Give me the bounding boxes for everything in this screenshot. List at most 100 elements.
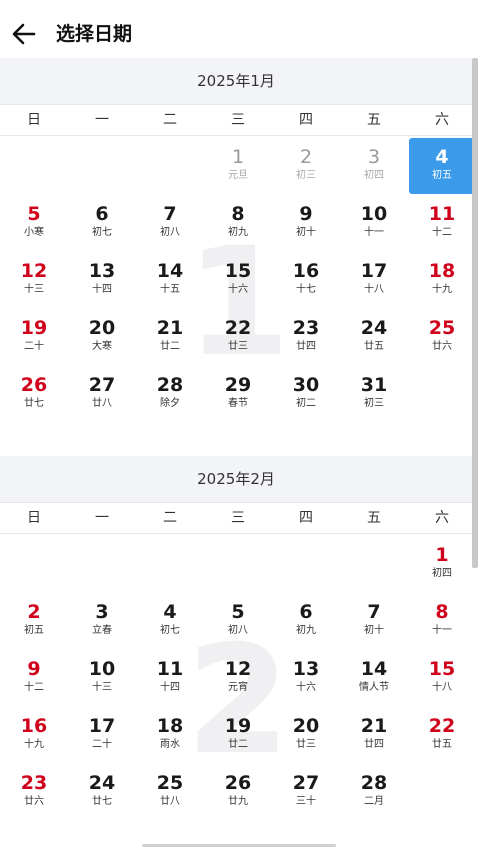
day-number: 13	[292, 658, 320, 680]
day-cell[interactable]: 22 廿五	[409, 707, 475, 763]
day-cell[interactable]: 22 廿三	[205, 309, 271, 365]
day-number: 12	[20, 260, 48, 282]
lunar-label: 初二	[296, 398, 316, 409]
day-cell[interactable]: 5 小寒	[1, 195, 67, 251]
day-cell[interactable]: 16 十九	[1, 707, 67, 763]
day-cell[interactable]: 26 廿九	[205, 764, 271, 820]
day-cell[interactable]: 28 除夕	[137, 366, 203, 422]
day-cell[interactable]: 13 十四	[69, 252, 135, 308]
day-cell[interactable]: 6 初九	[273, 593, 339, 649]
day-cell[interactable]: 19 二十	[1, 309, 67, 365]
day-cell[interactable]: 7 初八	[137, 195, 203, 251]
day-cell[interactable]: 28 二月	[341, 764, 407, 820]
lunar-label: 十四	[160, 682, 180, 693]
lunar-label: 十九	[24, 739, 44, 750]
day-number: 1	[435, 544, 449, 566]
day-number: 12	[224, 658, 252, 680]
day-number: 18	[156, 715, 184, 737]
day-cell[interactable]: 27 廿八	[69, 366, 135, 422]
lunar-label: 初九	[228, 227, 248, 238]
lunar-label: 十三	[24, 284, 44, 295]
day-number: 23	[20, 772, 48, 794]
day-cell[interactable]: 24 廿七	[69, 764, 135, 820]
day-cell[interactable]: 16 十七	[273, 252, 339, 308]
lunar-label: 十二	[432, 227, 452, 238]
day-cell[interactable]: 15 十六	[205, 252, 271, 308]
day-cell[interactable]: 3 立春	[69, 593, 135, 649]
scrollbar[interactable]	[472, 58, 478, 568]
day-cell[interactable]: 24 廿五	[341, 309, 407, 365]
day-number: 14	[360, 658, 388, 680]
day-cell[interactable]: 18 十九	[409, 252, 475, 308]
day-cell[interactable]: 14 情人节	[341, 650, 407, 706]
lunar-label: 初四	[364, 170, 384, 181]
day-cell[interactable]: 17 二十	[69, 707, 135, 763]
day-cell[interactable]: 6 初七	[69, 195, 135, 251]
day-number: 2	[27, 601, 41, 623]
day-number: 22	[428, 715, 456, 737]
day-cell[interactable]: 26 廿七	[1, 366, 67, 422]
day-cell[interactable]: 8 初九	[205, 195, 271, 251]
back-button[interactable]	[10, 20, 38, 48]
day-cell[interactable]: 9 十二	[1, 650, 67, 706]
day-cell[interactable]: 12 元宵	[205, 650, 271, 706]
day-cell[interactable]: 29 春节	[205, 366, 271, 422]
weekday-mon: 一	[95, 510, 109, 526]
day-cell[interactable]: 13 十六	[273, 650, 339, 706]
day-cell[interactable]: 25 廿八	[137, 764, 203, 820]
day-cell[interactable]: 1 初四	[409, 536, 475, 592]
day-cell: 2 初三	[273, 138, 339, 194]
day-number: 3	[95, 601, 109, 623]
day-cell[interactable]: 31 初三	[341, 366, 407, 422]
lunar-label: 小寒	[24, 227, 44, 238]
day-cell[interactable]: 7 初十	[341, 593, 407, 649]
day-number: 9	[27, 658, 41, 680]
day-number: 5	[231, 601, 245, 623]
day-cell[interactable]: 14 十五	[137, 252, 203, 308]
day-cell[interactable]: 19 廿二	[205, 707, 271, 763]
day-number: 24	[88, 772, 116, 794]
day-cell[interactable]: 8 十一	[409, 593, 475, 649]
day-number: 6	[95, 203, 109, 225]
lunar-label: 春节	[228, 398, 248, 409]
day-cell[interactable]: 25 廿六	[409, 309, 475, 365]
lunar-label: 十三	[92, 682, 112, 693]
day-cell[interactable]: 5 初八	[205, 593, 271, 649]
day-cell[interactable]: 27 三十	[273, 764, 339, 820]
day-number: 27	[292, 772, 320, 794]
day-cell[interactable]: 15 十八	[409, 650, 475, 706]
page-title: 选择日期	[56, 23, 133, 45]
day-cell[interactable]: 23 廿六	[1, 764, 67, 820]
day-cell[interactable]: 4 初七	[137, 593, 203, 649]
day-number: 2	[299, 146, 313, 168]
day-cell[interactable]: 21 廿二	[137, 309, 203, 365]
lunar-label: 初五	[432, 170, 452, 181]
day-cell[interactable]: 17 十八	[341, 252, 407, 308]
day-cell[interactable]: 10 十三	[69, 650, 135, 706]
lunar-label: 十五	[160, 284, 180, 295]
day-cell[interactable]: 2 初五	[1, 593, 67, 649]
day-cell[interactable]: 21 廿四	[341, 707, 407, 763]
day-cell[interactable]: 12 十三	[1, 252, 67, 308]
day-cell[interactable]: 30 初二	[273, 366, 339, 422]
day-cell[interactable]: 10 十一	[341, 195, 407, 251]
day-cell[interactable]: 20 廿三	[273, 707, 339, 763]
day-cell[interactable]: 23 廿四	[273, 309, 339, 365]
day-cell[interactable]: 18 雨水	[137, 707, 203, 763]
day-cell[interactable]: 20 大寒	[69, 309, 135, 365]
lunar-label: 廿四	[364, 739, 384, 750]
day-number: 1	[231, 146, 245, 168]
day-number: 17	[88, 715, 116, 737]
day-cell[interactable]: 9 初十	[273, 195, 339, 251]
day-cell: 1 元旦	[205, 138, 271, 194]
day-cell[interactable]: 11 十二	[409, 195, 475, 251]
day-cell[interactable]: 4 初五	[409, 138, 475, 194]
day-number: 25	[156, 772, 184, 794]
day-number: 10	[88, 658, 116, 680]
home-indicator	[142, 844, 336, 847]
day-number: 7	[367, 601, 381, 623]
day-number: 27	[88, 374, 116, 396]
weekday-sat: 六	[435, 112, 449, 128]
day-cell[interactable]: 11 十四	[137, 650, 203, 706]
lunar-label: 元宵	[228, 682, 248, 693]
